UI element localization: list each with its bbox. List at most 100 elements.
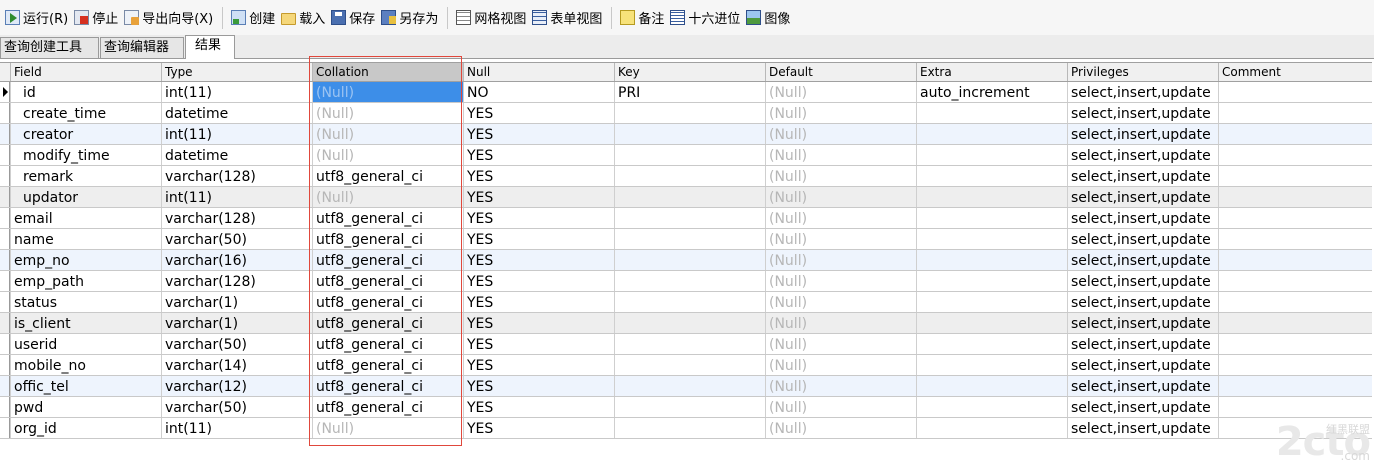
cell-comment[interactable] <box>1218 376 1372 396</box>
cell-type[interactable]: datetime <box>161 145 312 165</box>
row-selector[interactable] <box>0 313 10 333</box>
cell-field[interactable]: org_id <box>10 418 161 438</box>
cell-default[interactable]: (Null) <box>765 124 916 144</box>
cell-default[interactable]: (Null) <box>765 145 916 165</box>
table-row[interactable]: name varchar(50) utf8_general_ci YES (Null) s… <box>0 229 1372 250</box>
cell-privileges[interactable]: select,insert,update <box>1067 103 1218 123</box>
table-row[interactable]: offic_tel varchar(12) utf8_general_ci YES (N… <box>0 376 1372 397</box>
cell-privileges[interactable]: select,insert,update <box>1067 271 1218 291</box>
cell-privileges[interactable]: select,insert,update <box>1067 313 1218 333</box>
run-button[interactable]: 运行(R) <box>2 6 71 30</box>
cell-key[interactable] <box>614 187 765 207</box>
cell-field[interactable]: status <box>10 292 161 312</box>
cell-field[interactable]: is_client <box>10 313 161 333</box>
cell-null[interactable]: YES <box>463 334 614 354</box>
cell-collation[interactable]: (Null) <box>312 103 463 123</box>
column-header-privileges[interactable]: Privileges <box>1067 63 1218 81</box>
tab-query-editor[interactable]: 查询编辑器 <box>100 37 184 58</box>
cell-collation[interactable]: (Null) <box>312 124 463 144</box>
cell-field[interactable]: emp_no <box>10 250 161 270</box>
stop-button[interactable]: 停止 <box>71 6 121 30</box>
row-selector[interactable] <box>0 124 10 144</box>
cell-extra[interactable] <box>916 355 1067 375</box>
cell-null[interactable]: NO <box>463 82 614 102</box>
cell-default[interactable]: (Null) <box>765 82 916 102</box>
header-corner[interactable] <box>0 63 10 81</box>
cell-key[interactable] <box>614 250 765 270</box>
table-row[interactable]: create_time datetime (Null) YES (Null) select… <box>0 103 1372 124</box>
cell-null[interactable]: YES <box>463 292 614 312</box>
cell-default[interactable]: (Null) <box>765 313 916 333</box>
row-selector[interactable] <box>0 271 10 291</box>
cell-extra[interactable] <box>916 229 1067 249</box>
cell-type[interactable]: int(11) <box>161 82 312 102</box>
cell-extra[interactable] <box>916 166 1067 186</box>
cell-field[interactable]: emp_path <box>10 271 161 291</box>
form-view-button[interactable]: 表单视图 <box>529 6 605 30</box>
cell-extra[interactable] <box>916 103 1067 123</box>
cell-privileges[interactable]: select,insert,update <box>1067 208 1218 228</box>
table-row[interactable]: emp_path varchar(128) utf8_general_ci YES (N… <box>0 271 1372 292</box>
hex-button[interactable]: 十六进位 <box>667 6 743 30</box>
cell-collation[interactable]: utf8_general_ci <box>312 271 463 291</box>
cell-null[interactable]: YES <box>463 313 614 333</box>
cell-privileges[interactable]: select,insert,update <box>1067 82 1218 102</box>
cell-key[interactable] <box>614 124 765 144</box>
save-as-button[interactable]: 另存为 <box>378 6 441 30</box>
cell-default[interactable]: (Null) <box>765 187 916 207</box>
cell-comment[interactable] <box>1218 145 1372 165</box>
cell-default[interactable]: (Null) <box>765 271 916 291</box>
cell-comment[interactable] <box>1218 313 1372 333</box>
cell-field[interactable]: pwd <box>10 397 161 417</box>
cell-privileges[interactable]: select,insert,update <box>1067 355 1218 375</box>
cell-comment[interactable] <box>1218 229 1372 249</box>
load-button[interactable]: 载入 <box>278 6 328 30</box>
cell-field[interactable]: name <box>10 229 161 249</box>
cell-extra[interactable] <box>916 397 1067 417</box>
cell-field[interactable]: creator <box>10 124 161 144</box>
row-selector[interactable] <box>0 187 10 207</box>
cell-comment[interactable] <box>1218 82 1372 102</box>
cell-comment[interactable] <box>1218 208 1372 228</box>
cell-extra[interactable] <box>916 376 1067 396</box>
cell-field[interactable]: remark <box>10 166 161 186</box>
cell-field[interactable]: updator <box>10 187 161 207</box>
cell-extra[interactable] <box>916 187 1067 207</box>
column-header-null[interactable]: Null <box>463 63 614 81</box>
cell-comment[interactable] <box>1218 271 1372 291</box>
row-selector[interactable] <box>0 145 10 165</box>
save-button[interactable]: 保存 <box>328 6 378 30</box>
cell-collation[interactable]: (Null) <box>312 187 463 207</box>
cell-comment[interactable] <box>1218 292 1372 312</box>
row-selector[interactable] <box>0 103 10 123</box>
cell-key[interactable] <box>614 229 765 249</box>
create-button[interactable]: 创建 <box>228 6 278 30</box>
cell-key[interactable] <box>614 208 765 228</box>
cell-default[interactable]: (Null) <box>765 334 916 354</box>
cell-default[interactable]: (Null) <box>765 103 916 123</box>
table-row[interactable]: pwd varchar(50) utf8_general_ci YES (Null) se… <box>0 397 1372 418</box>
cell-default[interactable]: (Null) <box>765 250 916 270</box>
row-selector[interactable] <box>0 250 10 270</box>
cell-null[interactable]: YES <box>463 355 614 375</box>
cell-type[interactable]: varchar(128) <box>161 166 312 186</box>
column-header-key[interactable]: Key <box>614 63 765 81</box>
cell-type[interactable]: int(11) <box>161 418 312 438</box>
cell-key[interactable] <box>614 292 765 312</box>
cell-default[interactable]: (Null) <box>765 229 916 249</box>
tab-results[interactable]: 结果 <box>185 35 235 59</box>
row-selector[interactable] <box>0 82 10 102</box>
cell-privileges[interactable]: select,insert,update <box>1067 397 1218 417</box>
cell-null[interactable]: YES <box>463 250 614 270</box>
cell-comment[interactable] <box>1218 334 1372 354</box>
cell-key[interactable]: PRI <box>614 82 765 102</box>
cell-extra[interactable] <box>916 208 1067 228</box>
cell-default[interactable]: (Null) <box>765 292 916 312</box>
cell-comment[interactable] <box>1218 124 1372 144</box>
cell-null[interactable]: YES <box>463 397 614 417</box>
cell-collation[interactable]: (Null) <box>312 82 463 102</box>
cell-comment[interactable] <box>1218 103 1372 123</box>
cell-key[interactable] <box>614 313 765 333</box>
cell-extra[interactable] <box>916 145 1067 165</box>
column-header-field[interactable]: Field <box>10 63 161 81</box>
